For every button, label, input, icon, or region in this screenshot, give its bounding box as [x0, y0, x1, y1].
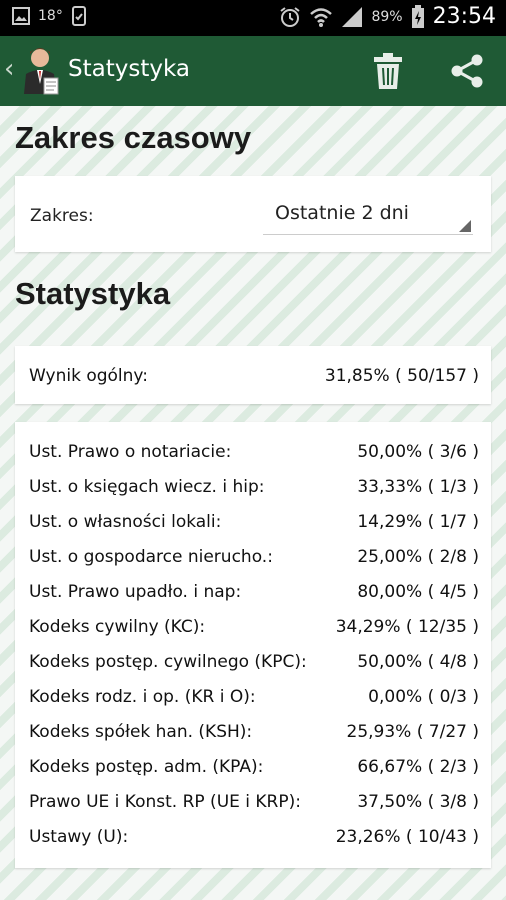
stat-value: 80,00% ( 4/5 )	[357, 582, 479, 602]
stat-label: Kodeks rodz. i op. (KR i O):	[29, 687, 256, 707]
alarm-icon	[280, 6, 301, 27]
trash-icon[interactable]	[372, 52, 404, 90]
app-logo-icon[interactable]	[18, 44, 62, 96]
stat-label: Kodeks postęp. adm. (KPA):	[29, 757, 264, 777]
signal-icon	[342, 6, 363, 27]
overall-score-value: 31,85% ( 50/157 )	[324, 366, 479, 386]
battery-percent: 89%	[371, 8, 403, 25]
stat-value: 0,00% ( 0/3 )	[368, 687, 479, 707]
stat-label: Kodeks postęp. cywilnego (KPC):	[29, 652, 307, 672]
stat-value: 37,50% ( 3/8 )	[357, 792, 479, 812]
phone-check-icon	[71, 6, 86, 26]
content-area[interactable]: Zakres czasowy Zakres: Ostatnie 2 dni St…	[0, 106, 506, 900]
screen-title: Statystyka	[68, 56, 190, 82]
stat-label: Ust. Prawo upadło. i nap:	[29, 582, 242, 602]
share-icon[interactable]	[450, 54, 484, 88]
stat-label: Kodeks cywilny (KC):	[29, 617, 206, 637]
stat-label: Kodeks spółek han. (KSH):	[29, 722, 253, 742]
stat-value: 50,00% ( 3/6 )	[357, 442, 479, 462]
battery-charging-icon	[411, 4, 424, 28]
stat-label: Ust. o księgach wiecz. i hip:	[29, 477, 265, 497]
temperature-text: 18°	[38, 8, 63, 24]
stat-value: 50,00% ( 4/8 )	[357, 652, 479, 672]
range-label: Zakres:	[30, 206, 94, 226]
overall-score-label: Wynik ogólny:	[29, 366, 148, 386]
stat-label: Ust. Prawo o notariacie:	[29, 442, 232, 462]
action-bar: ‹ Statystyka	[0, 36, 506, 106]
status-bar: 18° 89% 23:54	[0, 0, 506, 36]
range-selected-value: Ostatnie 2 dni	[275, 202, 409, 224]
back-chevron-icon[interactable]: ‹	[4, 54, 14, 84]
dropdown-arrow-icon	[459, 220, 471, 232]
stats-list-card: Ust. Prawo o notariacie: 50,00% ( 3/6 ) …	[15, 422, 491, 868]
overall-score-card: Wynik ogólny: 31,85% ( 50/157 )	[15, 346, 491, 404]
stat-label: Ustawy (U):	[29, 827, 129, 847]
stat-value: 34,29% ( 12/35 )	[335, 617, 479, 637]
stat-label: Ust. o gospodarce nierucho.:	[29, 547, 273, 567]
wifi-icon	[310, 7, 333, 27]
range-dropdown[interactable]: Ostatnie 2 dni	[263, 194, 473, 235]
stat-value: 14,29% ( 1/7 )	[357, 512, 479, 532]
stat-value: 23,26% ( 10/43 )	[335, 827, 479, 847]
stat-label: Prawo UE i Konst. RP (UE i KRP):	[29, 792, 301, 812]
gallery-icon	[12, 7, 30, 25]
stat-value: 25,93% ( 7/27 )	[346, 722, 479, 742]
stat-label: Ust. o własności lokali:	[29, 512, 222, 532]
stats-heading: Statystyka	[15, 276, 171, 311]
stat-value: 25,00% ( 2/8 )	[357, 547, 479, 567]
stat-value: 33,33% ( 1/3 )	[357, 477, 479, 497]
stat-value: 66,67% ( 2/3 )	[357, 757, 479, 777]
time-range-heading: Zakres czasowy	[15, 120, 252, 155]
clock: 23:54	[432, 4, 496, 29]
time-range-card: Zakres: Ostatnie 2 dni	[15, 176, 491, 252]
